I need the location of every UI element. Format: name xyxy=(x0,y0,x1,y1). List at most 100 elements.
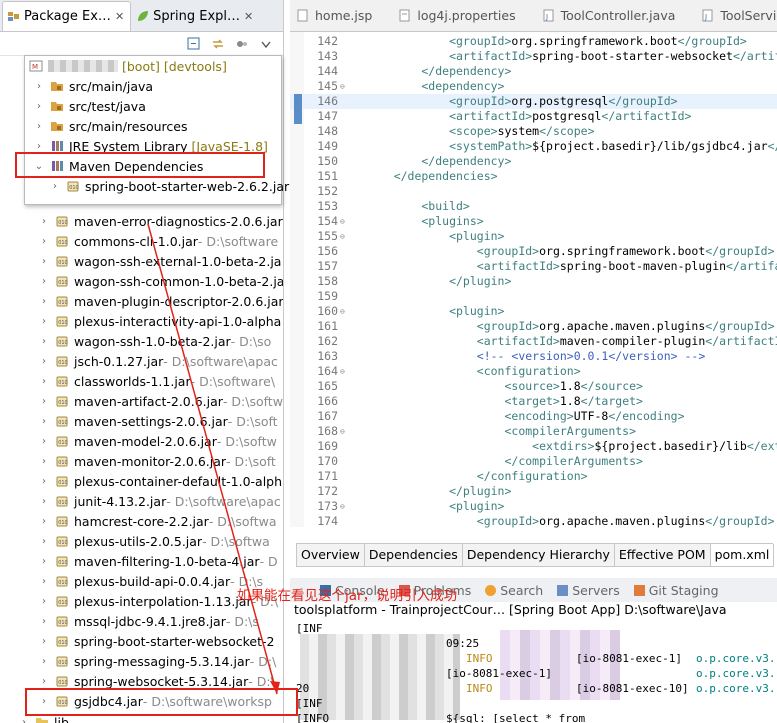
tree-item-jar[interactable]: › 010 wagon-ssh-1.0-beta-2.jar - D:\so xyxy=(0,331,283,351)
pom-xml-source[interactable]: 142 <groupId>org.springframework.boot</g… xyxy=(290,32,777,528)
pom-tab[interactable]: pom.xml xyxy=(709,544,775,567)
tree-item-path: - D:\so xyxy=(230,333,272,349)
chevron-right-icon[interactable]: › xyxy=(38,456,50,467)
close-icon[interactable]: ✕ xyxy=(244,10,253,23)
chevron-right-icon[interactable]: › xyxy=(38,256,50,267)
jar-icon: 010 xyxy=(56,436,68,447)
fold-toggle-icon[interactable]: ⊖ xyxy=(340,499,345,514)
pom-tab[interactable]: Dependencies xyxy=(363,544,463,567)
chevron-right-icon[interactable]: › xyxy=(38,616,50,627)
tree-item-jar[interactable]: › 010 maven-settings-2.0.6.jar - D:\soft xyxy=(0,411,283,431)
chevron-right-icon[interactable]: › xyxy=(38,516,50,527)
chevron-right-icon[interactable]: › xyxy=(38,476,50,487)
chevron-right-icon[interactable]: › xyxy=(38,636,50,647)
tab-package-explorer[interactable]: Package Ex… ✕ xyxy=(2,1,132,31)
tree-item-jar[interactable]: › 010 maven-monitor-2.0.6.jar - D:\soft xyxy=(0,451,283,471)
tree-item-src-main-resources[interactable]: › src/main/resources xyxy=(25,116,281,136)
fold-toggle-icon[interactable]: ⊖ xyxy=(340,424,345,439)
fold-toggle-icon[interactable]: ⊖ xyxy=(340,304,345,319)
chevron-right-icon[interactable]: › xyxy=(33,101,45,112)
chevron-right-icon[interactable]: › xyxy=(49,181,61,192)
chevron-right-icon[interactable]: › xyxy=(38,216,50,227)
tree-item-jar[interactable]: › 010 wagon-ssh-common-1.0-beta-2.jar xyxy=(0,271,283,291)
tree-item-jar[interactable]: › 010 plexus-interactivity-api-1.0-alpha xyxy=(0,311,283,331)
tab-spring-explorer[interactable]: Spring Expl… ✕ xyxy=(131,1,260,31)
chevron-right-icon[interactable]: › xyxy=(33,81,45,92)
link-with-editor-icon[interactable] xyxy=(211,37,225,51)
chevron-right-icon[interactable]: › xyxy=(38,436,50,447)
tree-item-jar[interactable]: › 010 spring-websocket-5.3.14.jar - D:\ xyxy=(0,671,283,691)
jar-icon: 010 xyxy=(56,496,68,507)
tab-toolservice-java[interactable]: J ToolServic xyxy=(701,8,777,23)
fold-toggle-icon[interactable]: ⊖ xyxy=(340,364,345,379)
tree-item-jar[interactable]: › 010 mssql-jdbc-9.4.1.jre8.jar - D:\s xyxy=(0,611,283,631)
chevron-right-icon[interactable]: › xyxy=(38,396,50,407)
chevron-right-icon[interactable]: › xyxy=(33,141,45,152)
chevron-right-icon[interactable]: › xyxy=(38,316,50,327)
chevron-right-icon[interactable]: › xyxy=(38,276,50,287)
tree-item-jar[interactable]: › 010 hamcrest-core-2.2.jar - D:\softwa xyxy=(0,511,283,531)
pom-tab[interactable]: Overview xyxy=(296,544,365,567)
tree-item-jar[interactable]: › 010 maven-artifact-2.0.6.jar - D:\softw xyxy=(0,391,283,411)
tab-search[interactable]: Search xyxy=(485,583,543,598)
close-icon[interactable]: ✕ xyxy=(115,10,124,23)
chevron-right-icon[interactable]: › xyxy=(38,356,50,367)
chevron-right-icon[interactable]: › xyxy=(38,236,50,247)
svg-text:010: 010 xyxy=(58,520,68,526)
chevron-right-icon[interactable]: › xyxy=(33,121,45,132)
chevron-right-icon[interactable]: › xyxy=(38,556,50,567)
collapse-all-icon[interactable] xyxy=(187,37,201,51)
chevron-right-icon[interactable]: › xyxy=(38,596,50,607)
code-text: <artifactId>spring-boot-starter-websocke… xyxy=(366,49,777,64)
tree-item-jar[interactable]: › 010 wagon-ssh-external-1.0-beta-2.ja xyxy=(0,251,283,271)
chevron-right-icon[interactable]: › xyxy=(38,496,50,507)
chevron-right-icon[interactable]: › xyxy=(38,416,50,427)
jar-icon: 010 xyxy=(56,696,68,707)
tree-item-jar[interactable]: › 010 plexus-utils-2.0.5.jar - D:\softwa xyxy=(0,531,283,551)
tree-item-src-test-java[interactable]: › src/test/java xyxy=(25,96,281,116)
chevron-right-icon[interactable]: › xyxy=(38,696,50,707)
tree-item-jar[interactable]: › 010 maven-model-2.0.6.jar - D:\softw xyxy=(0,431,283,451)
chevron-right-icon[interactable]: › xyxy=(38,336,50,347)
chevron-down-icon[interactable]: ⌄ xyxy=(33,161,45,172)
chevron-right-icon[interactable]: › xyxy=(38,296,50,307)
chevron-right-icon[interactable]: › xyxy=(38,536,50,547)
tree-item-jar[interactable]: › 010 plexus-container-default-1.0-alph xyxy=(0,471,283,491)
pom-tab[interactable]: Effective POM xyxy=(613,544,711,567)
tree-item-jar[interactable]: › 010 maven-filtering-1.0-beta-4.jar - D xyxy=(0,551,283,571)
focus-icon[interactable] xyxy=(235,37,249,51)
tree-item-jre-system-library[interactable]: › JRE System Library [JavaSE-1.8] xyxy=(25,136,281,156)
tree-item-lib[interactable]: › lib xyxy=(18,712,69,723)
view-menu-icon[interactable] xyxy=(259,37,273,51)
fold-toggle-icon[interactable]: ⊖ xyxy=(340,229,345,244)
fold-toggle-icon[interactable]: ⊖ xyxy=(340,214,345,229)
tree-item-jar[interactable]: › 010 spring-messaging-5.3.14.jar - D:\ xyxy=(0,651,283,671)
tab-log4j-properties[interactable]: log4j.properties xyxy=(398,8,516,23)
tree-item-jar[interactable]: › 010 commons-cli-1.0.jar - D:\software xyxy=(0,231,283,251)
tab-home-jsp[interactable]: home.jsp xyxy=(296,8,372,23)
tree-item-jar[interactable]: › 010 jsch-0.1.27.jar - D:\software\apac xyxy=(0,351,283,371)
pom-tab[interactable]: Dependency Hierarchy xyxy=(461,544,615,567)
tree-item-jar[interactable]: › 010 spring-boot-starter-websocket-2 xyxy=(0,631,283,651)
fold-toggle-icon[interactable]: ⊖ xyxy=(340,79,345,94)
tree-item-jar[interactable]: › 010 junit-4.13.2.jar - D:\software\apac xyxy=(0,491,283,511)
tree-item-jar[interactable]: › 010 maven-error-diagnostics-2.0.6.jar xyxy=(0,211,283,231)
code-line: 161 <groupId>org.apache.maven.plugins</g… xyxy=(290,319,777,334)
tree-item-project-root[interactable]: M [boot] [devtools] xyxy=(25,56,281,76)
tab-toolcontroller-java[interactable]: J ToolController.java xyxy=(542,8,675,23)
tab-git-staging[interactable]: Git Staging xyxy=(633,583,719,598)
tree-item-maven-dependencies[interactable]: ⌄ Maven Dependencies xyxy=(25,156,281,176)
chevron-right-icon[interactable]: › xyxy=(38,376,50,387)
tree-item-jar[interactable]: › 010 gsjdbc4.jar - D:\software\worksp xyxy=(0,691,283,711)
chevron-right-icon[interactable]: › xyxy=(38,576,50,587)
tree-item-jar[interactable]: › 010 maven-plugin-descriptor-2.0.6.jar xyxy=(0,291,283,311)
tree-item-jar[interactable]: › 010 spring-boot-starter-web-2.6.2.jar xyxy=(25,176,289,196)
console-output[interactable]: [INF 09:25 INFO [io-8081-exec-1] o.p.core.v3… xyxy=(290,620,777,723)
chevron-right-icon[interactable]: › xyxy=(38,656,50,667)
tree-item-src-main-java[interactable]: › src/main/java xyxy=(25,76,281,96)
chevron-right-icon[interactable]: › xyxy=(38,676,50,687)
tab-servers[interactable]: Servers xyxy=(557,583,620,598)
chevron-right-icon[interactable]: › xyxy=(18,717,30,723)
tree-item-jar[interactable]: › 010 classworlds-1.1.jar - D:\software\ xyxy=(0,371,283,391)
code-line: 166 <target>1.8</target> xyxy=(290,394,777,409)
